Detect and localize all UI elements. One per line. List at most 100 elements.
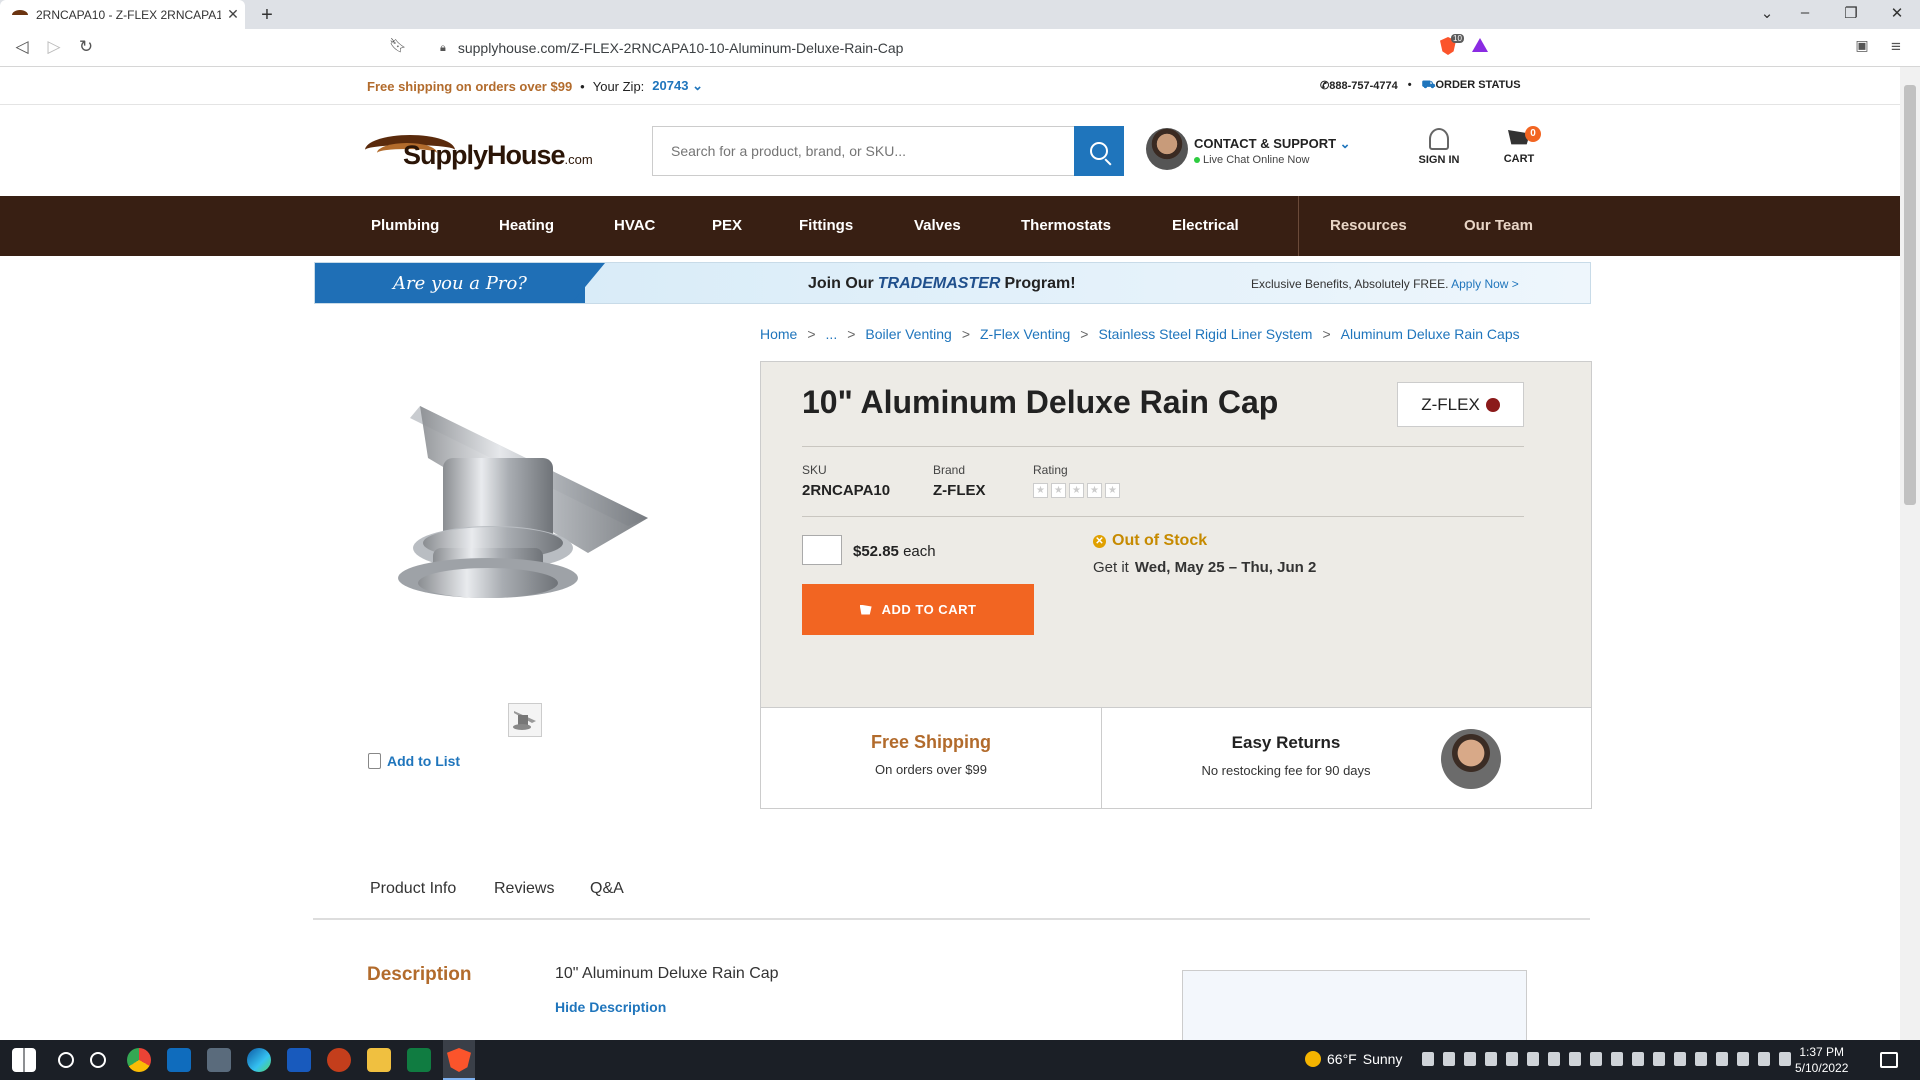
outlook-icon[interactable]	[167, 1048, 191, 1072]
brand-logo[interactable]: Z-FLEX	[1397, 382, 1524, 427]
support-agent-avatar[interactable]	[1146, 128, 1188, 170]
word-icon[interactable]	[287, 1048, 311, 1072]
new-tab-button[interactable]: +	[256, 4, 278, 27]
breadcrumb-rain-caps[interactable]: Aluminum Deluxe Rain Caps	[1341, 326, 1520, 342]
quantity-input[interactable]	[802, 535, 842, 565]
brand-logo-text: Z-FLEX	[1421, 394, 1480, 414]
tray-icon[interactable]	[1611, 1052, 1623, 1066]
restore-icon[interactable]: ❐	[1836, 4, 1866, 22]
order-status-link[interactable]: ⛟ORDER STATUS	[1422, 79, 1521, 93]
tray-icon[interactable]	[1632, 1052, 1644, 1066]
powerpoint-icon[interactable]	[327, 1048, 351, 1072]
nav-plumbing[interactable]: Plumbing	[371, 217, 439, 234]
add-to-cart-button[interactable]: ADD TO CART	[802, 584, 1034, 635]
nav-our-team[interactable]: Our Team	[1464, 217, 1533, 234]
temperature: 66°F	[1327, 1051, 1357, 1067]
battery-icon[interactable]	[1779, 1052, 1791, 1066]
tray-icon[interactable]	[1653, 1052, 1665, 1066]
calculator-icon[interactable]	[207, 1048, 231, 1072]
close-window-icon[interactable]: ✕	[1882, 4, 1912, 22]
windows-start-icon[interactable]	[12, 1048, 36, 1072]
excel-icon[interactable]	[407, 1048, 431, 1072]
pro-benefits-text: Exclusive Benefits, Absolutely FREE.	[1251, 277, 1449, 291]
breadcrumb-boiler-venting[interactable]: Boiler Venting	[865, 326, 951, 342]
breadcrumb-zflex-venting[interactable]: Z-Flex Venting	[980, 326, 1070, 342]
weather-widget[interactable]: 66°F Sunny	[1305, 1051, 1402, 1067]
tab-product-info[interactable]: Product Info	[370, 880, 456, 898]
nav-thermostats[interactable]: Thermostats	[1021, 217, 1111, 234]
back-icon[interactable]: ◁	[10, 37, 34, 57]
tab-qa[interactable]: Q&A	[590, 880, 624, 898]
sign-in-label: SIGN IN	[1418, 154, 1460, 166]
cortana-icon[interactable]	[90, 1052, 106, 1068]
volume-icon[interactable]	[1758, 1052, 1770, 1066]
sign-in-button[interactable]: SIGN IN	[1415, 128, 1463, 166]
nav-valves[interactable]: Valves	[914, 217, 961, 234]
brave-rewards-icon[interactable]	[1472, 38, 1488, 52]
url-text: supplyhouse.com/Z-FLEX-2RNCAPA10-10-Alum…	[457, 40, 904, 56]
pro-banner[interactable]: Are you a Pro? Join Our TRADEMASTER Progra…	[314, 262, 1591, 304]
minimize-icon[interactable]: –	[1790, 4, 1820, 21]
tray-icon[interactable]	[1485, 1052, 1497, 1066]
edge-icon[interactable]	[247, 1048, 271, 1072]
hide-description-link[interactable]: Hide Description	[555, 999, 666, 1015]
breadcrumb-home[interactable]: Home	[760, 326, 797, 342]
zip-label: Your Zip:	[592, 78, 645, 94]
url-field[interactable]: 🔒︎ supplyhouse.com/Z-FLEX-2RNCAPA10-10-A…	[420, 33, 1535, 63]
supplyhouse-logo[interactable]: SupplyHouse.com	[365, 130, 593, 174]
phone-link[interactable]: ✆888-757-4774	[1320, 79, 1398, 93]
nav-fittings[interactable]: Fittings	[799, 217, 853, 234]
tray-icon[interactable]	[1590, 1052, 1602, 1066]
nav-pex[interactable]: PEX	[712, 217, 742, 234]
wallet-icon[interactable]: ▣	[1850, 37, 1874, 54]
cart-label: CART	[1503, 153, 1535, 165]
breadcrumb-ellipsis[interactable]: ...	[826, 326, 838, 342]
nav-electrical[interactable]: Electrical	[1172, 217, 1239, 234]
system-tray[interactable]	[1422, 1052, 1791, 1066]
contact-support-menu[interactable]: CONTACT & SUPPORT ⌄ Live Chat Online Now	[1194, 136, 1351, 166]
tray-icon[interactable]	[1506, 1052, 1518, 1066]
out-of-stock-icon: ✕	[1093, 534, 1106, 548]
nav-hvac[interactable]: HVAC	[614, 217, 655, 234]
add-to-list-link[interactable]: Add to List	[368, 753, 460, 769]
tray-icon[interactable]	[1716, 1052, 1728, 1066]
page-scrollbar[interactable]	[1900, 67, 1920, 1040]
breadcrumb-rigid-liner[interactable]: Stainless Steel Rigid Liner System	[1098, 326, 1312, 342]
weather-condition: Sunny	[1362, 1051, 1403, 1067]
search-input[interactable]	[652, 126, 1124, 176]
tray-icon[interactable]	[1569, 1052, 1581, 1066]
tray-icon[interactable]	[1527, 1052, 1539, 1066]
brand-value: Z-FLEX	[933, 482, 986, 499]
chrome-icon[interactable]	[127, 1048, 151, 1072]
zip-selector[interactable]: 20743 ⌄	[652, 78, 703, 94]
apply-now-link[interactable]: Apply Now >	[1451, 277, 1519, 291]
tray-icon[interactable]	[1443, 1052, 1455, 1066]
clock[interactable]: 1:37 PM 5/10/2022	[1795, 1044, 1848, 1076]
bookmark-icon[interactable]: 🔖︎	[386, 37, 410, 54]
wifi-icon[interactable]	[1737, 1052, 1749, 1066]
file-explorer-icon[interactable]	[367, 1048, 391, 1072]
browser-menu-icon[interactable]: ≡	[1884, 37, 1908, 57]
product-image[interactable]	[398, 398, 658, 608]
nav-resources[interactable]: Resources	[1330, 217, 1407, 234]
tray-icon[interactable]	[1548, 1052, 1560, 1066]
top-info-strip: Free shipping on orders over $99 • Your …	[0, 67, 1900, 105]
search-icon-taskbar[interactable]	[58, 1052, 74, 1068]
tray-icon[interactable]	[1464, 1052, 1476, 1066]
tray-icon[interactable]	[1674, 1052, 1686, 1066]
tray-icon[interactable]	[1695, 1052, 1707, 1066]
search-button[interactable]	[1074, 126, 1124, 176]
forward-icon[interactable]: ▷	[42, 37, 66, 57]
rating-stars[interactable]: ★ ★ ★ ★ ★	[1033, 483, 1120, 498]
nav-heating[interactable]: Heating	[499, 217, 554, 234]
notifications-icon[interactable]	[1880, 1052, 1898, 1068]
scrollbar-thumb[interactable]	[1904, 85, 1916, 505]
tab-search-chevron-icon[interactable]: ⌄	[1752, 4, 1782, 22]
cart-button[interactable]: 0 CART	[1495, 126, 1543, 165]
tray-icon[interactable]	[1422, 1052, 1434, 1066]
product-thumbnail[interactable]	[508, 703, 542, 737]
tab-reviews[interactable]: Reviews	[494, 880, 554, 898]
reload-icon[interactable]: ↻	[74, 37, 98, 57]
browser-tab[interactable]: 2RNCAPA10 - Z-FLEX 2RNCAPA10 ✕	[0, 0, 245, 29]
close-tab-icon[interactable]: ✕	[221, 6, 245, 23]
